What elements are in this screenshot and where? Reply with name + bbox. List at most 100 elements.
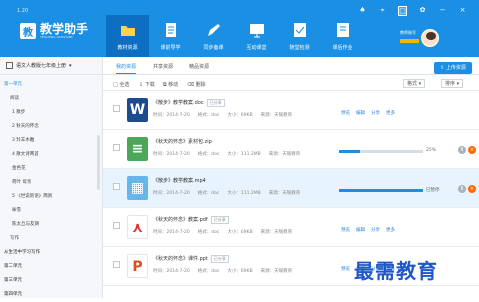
nav-label: 同步备课 (203, 45, 224, 51)
resource-tabs: 我的资源 共享资源 精品资源 ⇪ 上传资源 (103, 57, 479, 75)
download-progress (339, 189, 423, 192)
mp4-file-icon: ▦ (127, 176, 148, 200)
file-action-button[interactable]: 编辑 (356, 228, 365, 233)
ppt-file-icon: P (127, 254, 148, 278)
file-name[interactable]: 《散步》教学教案.mp4 (153, 177, 206, 184)
nav-homework[interactable]: 课后作业 (321, 15, 364, 57)
chapter-tree-item[interactable]: 荷叶 母亲 (0, 176, 102, 190)
pause-icon[interactable]: Ⅱ (458, 146, 466, 154)
nav-lesson-prep[interactable]: 同步备课 (192, 15, 235, 57)
file-action-button[interactable]: 更多 (386, 228, 395, 233)
file-row[interactable]: ⋏ 《秋天的怀念》教案.pdf 已分享 时间：2014-7-20 格式：doc 大小：69… (103, 208, 479, 247)
chapter-tree-item[interactable]: 2 秋天的怀念 (0, 120, 102, 134)
chapter-tree-item[interactable]: 1 散步 (0, 106, 102, 120)
chevron-down-icon: ▾ (69, 62, 72, 69)
file-action-button[interactable]: 预览 (341, 111, 350, 116)
file-row[interactable]: W 《散步》教学教案.doc 已分享 时间：2014-7-20 格式：doc 大小：69K… (103, 91, 479, 130)
chapter-tree-item[interactable]: 金色花 (0, 162, 102, 176)
file-checkbox[interactable] (113, 222, 120, 229)
app-logo: 教 教学助手 TEACHING ASSISTANT (20, 23, 88, 39)
sort-select[interactable]: 排序 ▾ (441, 79, 464, 88)
nav-textbook-resources[interactable]: 教材资源 (106, 15, 149, 57)
chapter-tree-item[interactable]: 第二单元 (0, 260, 102, 274)
folder-icon (120, 26, 135, 36)
shared-badge: 已分享 (210, 216, 229, 224)
file-row[interactable]: ≡ 《秋天的怀念》素材包.zip 时间：2014-7-20 格式：doc 大小：111.… (103, 130, 479, 169)
window-controls: ♠ ⌖ □ ✿ − × (358, 6, 467, 16)
file-action-button[interactable]: 更多 (386, 111, 395, 116)
format-select[interactable]: 格式 ▾ (403, 79, 426, 88)
file-name[interactable]: 《秋天的怀念》课件.ppt 已分享 (153, 255, 229, 263)
location-icon[interactable]: ⌖ (378, 6, 387, 16)
file-action-button[interactable]: 预览 (341, 228, 350, 233)
tab-quality-resources[interactable]: 精品资源 (189, 63, 209, 70)
file-checkbox[interactable] (113, 183, 120, 190)
file-name[interactable]: 《散步》教学教案.doc 已分享 (153, 99, 225, 107)
book-title: 语文人教版七年级上册 (16, 63, 67, 69)
book-icon (6, 62, 13, 69)
book-selector[interactable]: 语文人教版七年级上册 ▾ (0, 57, 102, 75)
download-button[interactable]: ⇩ 下载 (139, 81, 155, 88)
file-action-button[interactable]: 分享 (371, 111, 380, 116)
chapter-tree-item[interactable]: 第三单元 (0, 274, 102, 288)
settings-icon[interactable]: ✿ (418, 6, 427, 16)
file-metadata: 时间：2014-7-20 格式：doc 大小：111.2MB 来源：天喻教育 (153, 191, 301, 196)
move-button[interactable]: ⧉ 移动 (163, 81, 178, 88)
file-metadata: 时间：2014-7-20 格式：doc 大小：111.2MB 来源：天喻教育 (153, 152, 301, 157)
nav-interactive-class[interactable]: 互动课堂 (235, 15, 278, 57)
screen-share-icon[interactable]: □ (398, 6, 407, 16)
chapter-tree-item[interactable]: 写作 (0, 232, 102, 246)
edit-icon (207, 24, 220, 36)
sidebar: 语文人教版七年级上册 ▾ 第一单元 阅读 1 散步 2 秋天的怀念 3 羚羊木雕 4 散文… (0, 57, 103, 298)
checklist-icon (293, 23, 306, 37)
chapter-tree-item[interactable]: 咏雪 (0, 204, 102, 218)
user-info[interactable]: 教师账号 (400, 30, 419, 43)
avatar[interactable] (421, 29, 439, 47)
stop-icon[interactable]: × (468, 185, 476, 193)
chapter-tree-item[interactable]: 4 散文诗两首 (0, 148, 102, 162)
file-metadata: 时间：2014-7-20 格式：doc 大小：69KB 来源：天喻教育 (153, 113, 293, 118)
file-name[interactable]: 《秋天的怀念》教案.pdf 已分享 (153, 216, 229, 224)
file-action-button[interactable]: 分享 (371, 228, 380, 233)
logo-badge-icon: 教 (20, 23, 36, 39)
chapter-tree-item[interactable]: 从生活中学习写作 (0, 246, 102, 260)
chapter-tree-item[interactable]: 阅读 (0, 92, 102, 106)
zip-file-icon: ≡ (127, 137, 148, 161)
chapter-tree-item[interactable]: 5 《世说新语》两则 (0, 190, 102, 204)
select-all-button[interactable]: □ 全选 (113, 81, 129, 88)
chapter-tree-item[interactable]: 第四单元 (0, 288, 102, 302)
minimize-icon[interactable]: − (438, 6, 447, 16)
progress-fill (339, 150, 360, 153)
book-icon (165, 23, 176, 37)
file-row[interactable]: ▦ 《散步》教学教案.mp4 时间：2014-7-20 格式：doc 大小：111.2M… (103, 169, 479, 208)
chapter-tree-item[interactable]: 陈太丘与友期 (0, 218, 102, 232)
file-action-button[interactable]: 预览 (341, 267, 350, 272)
progress-fill (339, 189, 423, 192)
file-name[interactable]: 《秋天的怀念》素材包.zip (153, 138, 212, 145)
pause-icon[interactable]: Ⅱ (458, 185, 466, 193)
resource-toolbar: □ 全选 ⇩ 下载 ⧉ 移动 ⌫ 删除 格式 ▾ 排序 ▾ (103, 75, 479, 91)
logo-title: 教学助手 (40, 22, 89, 36)
chapter-tree-item[interactable]: 第一单元 (0, 78, 102, 92)
file-checkbox[interactable] (113, 261, 120, 268)
chapter-tree-item[interactable]: 3 羚羊木雕 (0, 134, 102, 148)
close-icon[interactable]: × (458, 6, 467, 16)
chapter-tree: 第一单元 阅读 1 散步 2 秋天的怀念 3 羚羊木雕 4 散文诗两首 金色花 荷叶 母亲 5 … (0, 75, 102, 302)
bell-icon[interactable]: ♠ (358, 6, 367, 16)
top-bar: 1.20 教 教学助手 TEACHING ASSISTANT 教材资源 课前导学… (0, 0, 479, 57)
shared-badge: 已分享 (210, 255, 229, 263)
delete-button[interactable]: ⌫ 删除 (187, 81, 206, 88)
upload-button[interactable]: ⇪ 上传资源 (434, 62, 472, 74)
file-checkbox[interactable] (113, 144, 120, 151)
download-progress (339, 150, 423, 153)
tab-shared-resources[interactable]: 共享资源 (153, 63, 173, 70)
tab-my-resources[interactable]: 我的资源 (116, 63, 137, 74)
nav-preview-guide[interactable]: 课前导学 (149, 15, 192, 57)
sidebar-scrollbar[interactable] (97, 135, 100, 190)
progress-text: 25% (426, 148, 437, 153)
stop-icon[interactable]: × (468, 146, 476, 154)
nav-class-test[interactable]: 随堂检测 (278, 15, 321, 57)
file-checkbox[interactable] (113, 105, 120, 112)
app-version: 1.20 (17, 8, 29, 14)
file-action-button[interactable]: 编辑 (356, 111, 365, 116)
